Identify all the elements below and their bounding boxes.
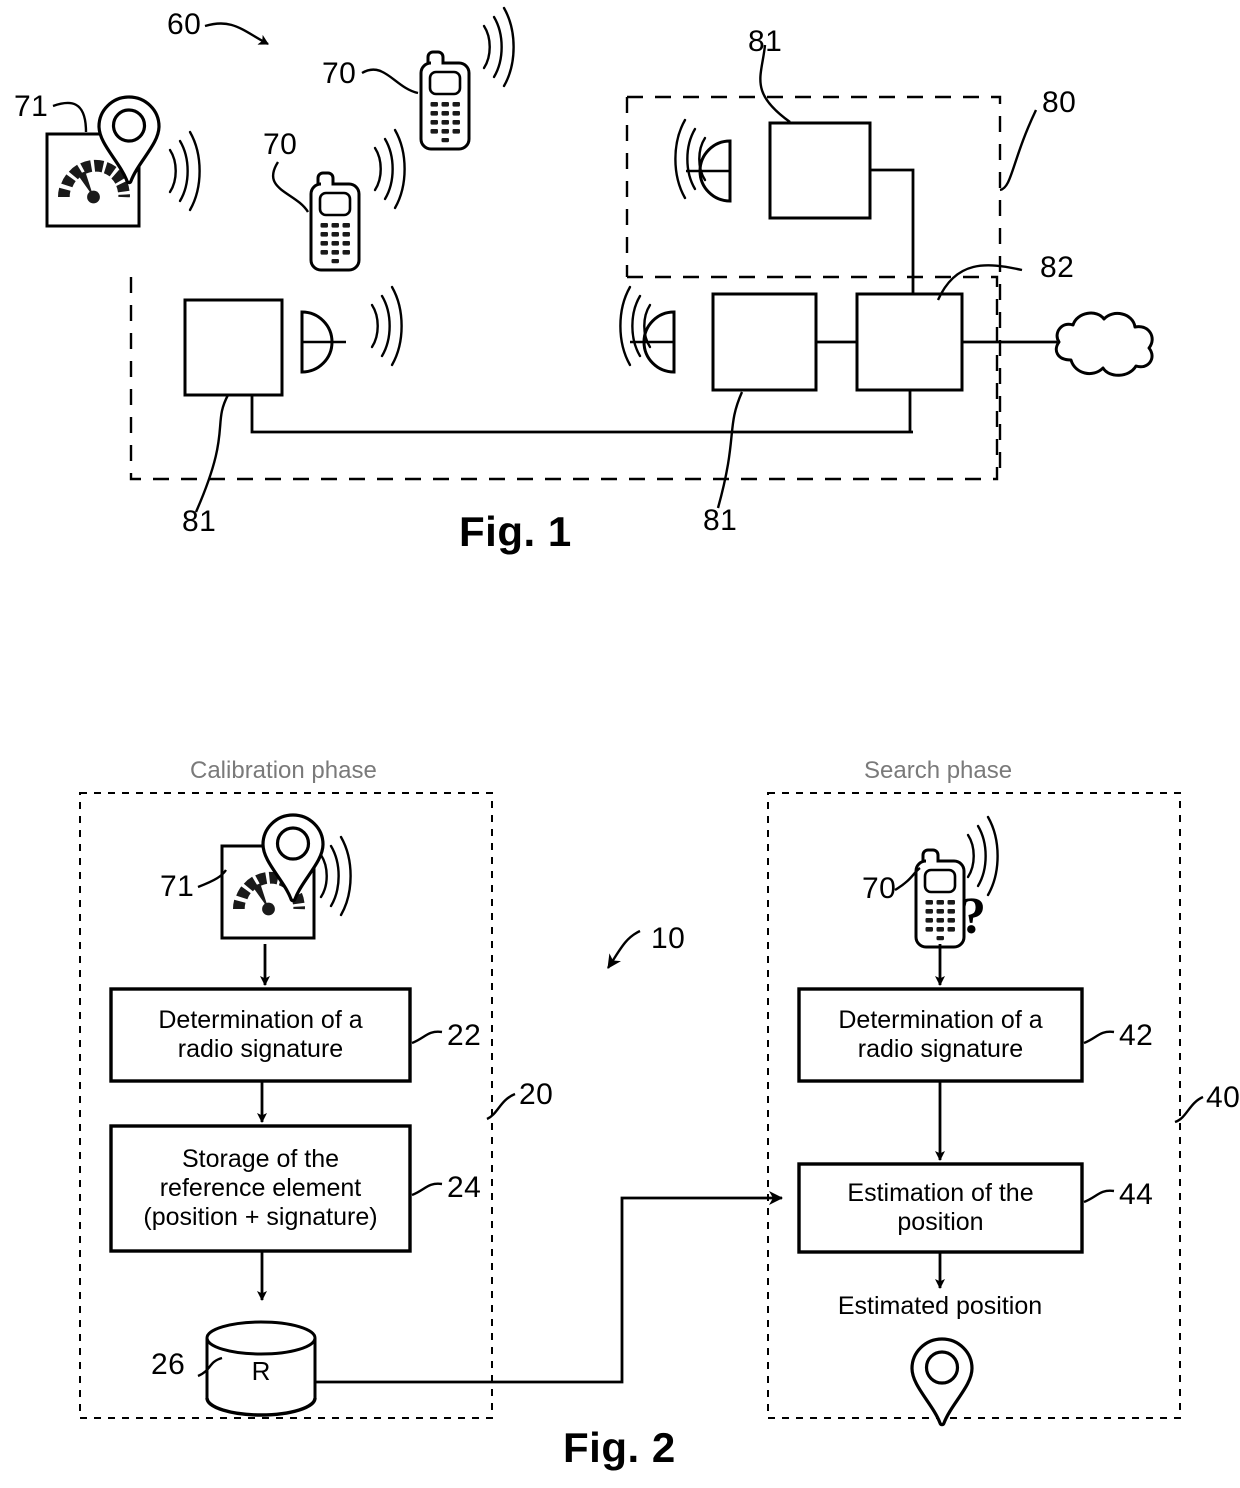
fig1-waves-top-bs <box>674 118 707 200</box>
fig1-core-node-box <box>855 292 964 392</box>
leader-81-left <box>194 394 230 513</box>
ref-42: 42 <box>1119 1019 1154 1052</box>
fig2-cal-waves <box>319 835 352 917</box>
step-24-line-1: Storage of the <box>181 1145 340 1173</box>
fig2-search-waves <box>966 815 999 897</box>
ref-81-mid: 81 <box>703 504 738 537</box>
fig1-group <box>45 6 1154 513</box>
fig1-antenna-mid <box>628 310 676 374</box>
fig1-backhaul-left <box>250 395 913 434</box>
step-44-line-2: position <box>897 1208 984 1236</box>
patent-drawing-sheet: 60 71 70 70 81 80 82 81 81 Fig. 1 Calibr… <box>0 0 1240 1488</box>
leader-24 <box>411 1182 443 1197</box>
step-22-label: Determination of a radio signature <box>111 989 410 1081</box>
ref-80: 80 <box>1042 86 1077 119</box>
step-24-label: Storage of the reference element (positi… <box>111 1126 410 1251</box>
step-42-line-2: radio signature <box>857 1035 1024 1063</box>
fig1-waves-phone-a <box>482 6 515 88</box>
fig1-network-cloud-icon <box>1054 311 1154 377</box>
calibration-phase-title: Calibration phase <box>190 757 377 784</box>
ref-44: 44 <box>1119 1178 1154 1211</box>
fig2-result-map-pin-icon <box>910 1337 974 1427</box>
figure-2-caption: Fig. 2 <box>563 1424 676 1471</box>
fig1-antenna-top <box>684 139 732 203</box>
unknown-position-marker: ? <box>960 888 986 945</box>
ref-81-left: 81 <box>182 505 217 538</box>
fig1-base-station-left-box <box>183 298 284 397</box>
ref-20: 20 <box>519 1078 554 1111</box>
leader-80 <box>999 109 1038 192</box>
ref-81-top: 81 <box>748 25 783 58</box>
step-22-line-2: radio signature <box>177 1035 344 1063</box>
fig1-base-station-top-box <box>768 121 872 220</box>
estimated-position-label: Estimated position <box>837 1291 1043 1320</box>
fig1-waves-left-bs <box>370 285 403 367</box>
fig1-mobile-phone-a-icon <box>419 50 471 151</box>
leader-81-mid <box>716 391 744 509</box>
step-24-line-2: reference element <box>159 1174 362 1202</box>
leader-44 <box>1083 1189 1115 1204</box>
leader-42 <box>1083 1030 1115 1045</box>
ref-71: 71 <box>14 90 49 123</box>
fig1-waves-phone-b <box>373 128 406 210</box>
ref-60: 60 <box>167 8 202 41</box>
step-44-line-1: Estimation of the <box>847 1179 1034 1207</box>
leader-10 <box>607 929 641 969</box>
ref-26: 26 <box>151 1348 186 1381</box>
step-22-line-1: Determination of a <box>158 1006 363 1034</box>
fig1-link-top-to-core <box>870 168 915 294</box>
step-44-label: Estimation of the position <box>799 1164 1082 1252</box>
step-42-label: Determination of a radio signature <box>799 989 1082 1081</box>
ref-22: 22 <box>447 1019 482 1052</box>
figures-vector-layer <box>45 6 1204 1427</box>
figure-1-caption: Fig. 1 <box>459 508 572 555</box>
ref-82: 82 <box>1040 251 1075 284</box>
ref-71-fig2: 71 <box>160 870 195 903</box>
search-phase-title: Search phase <box>864 757 1013 784</box>
ref-70-b: 70 <box>263 128 298 161</box>
step-42-line-1: Determination of a <box>838 1006 1043 1034</box>
fig1-mobile-phone-b-icon <box>309 171 361 272</box>
leader-60 <box>204 22 269 46</box>
fig1-waves-reference-device <box>168 130 201 212</box>
leader-70b <box>271 161 310 213</box>
fig1-antenna-left <box>300 310 348 374</box>
ref-70-fig2: 70 <box>862 872 897 905</box>
ref-24: 24 <box>447 1171 482 1204</box>
leader-22 <box>411 1030 443 1045</box>
ref-40: 40 <box>1206 1081 1240 1114</box>
ref-10: 10 <box>651 922 686 955</box>
leader-70a <box>361 68 419 95</box>
leader-71 <box>52 101 88 133</box>
database-label: R <box>251 1355 271 1386</box>
step-24-line-3: (position + signature) <box>143 1203 378 1231</box>
ref-70-a: 70 <box>322 57 357 90</box>
fig1-base-station-mid-box <box>711 292 818 392</box>
fig2-mobile-phone-icon <box>914 848 966 949</box>
